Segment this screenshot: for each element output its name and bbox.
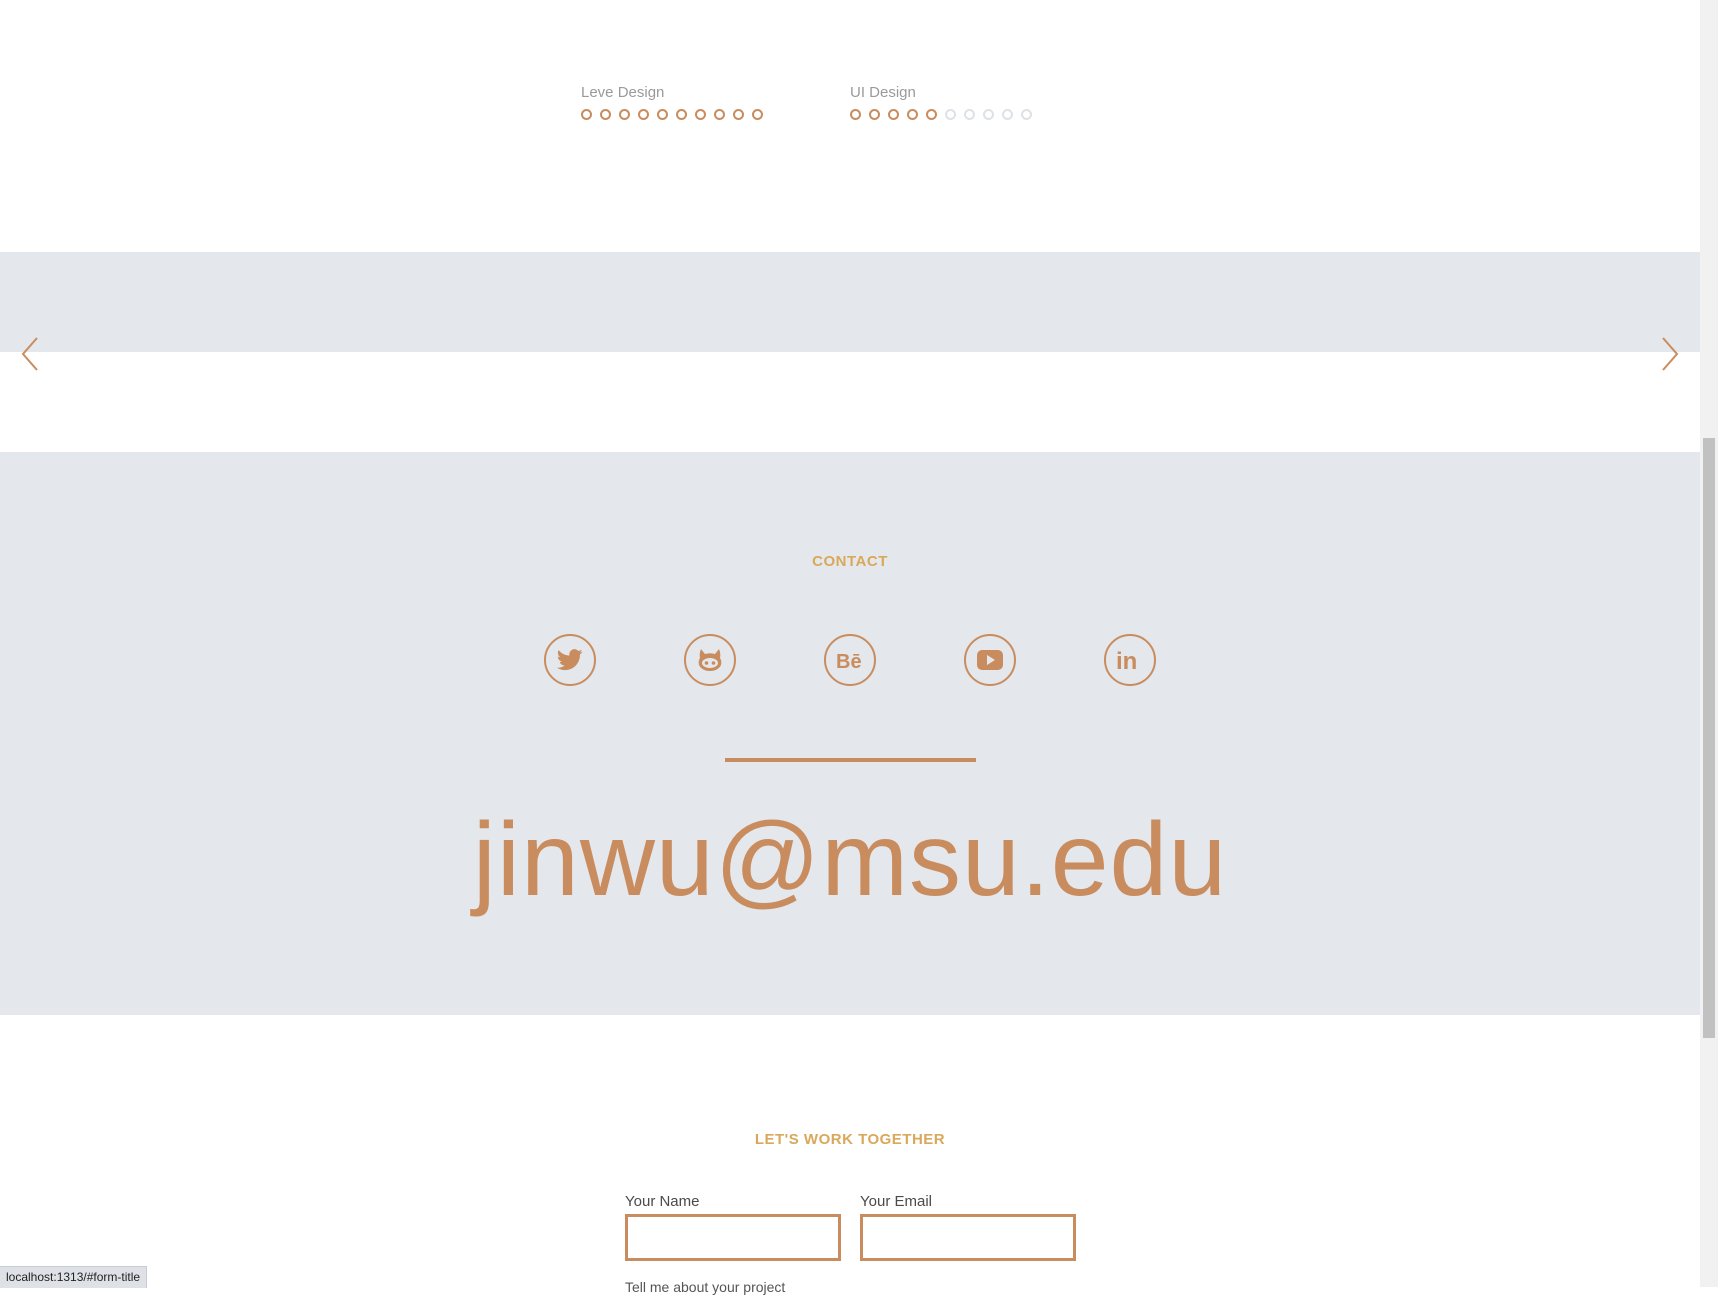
twitter-link[interactable] (544, 634, 596, 686)
rating-dot-empty (945, 109, 956, 120)
skill-label: Leve Design (581, 84, 665, 101)
twitter-icon (557, 649, 583, 671)
rating-dot-filled (907, 109, 918, 120)
rating-dot-filled (733, 109, 744, 120)
linkedin-link[interactable]: in (1104, 634, 1156, 686)
form-title: LET'S WORK TOGETHER (754, 1131, 946, 1148)
skill-label: UI Design (850, 84, 916, 101)
rating-dot-filled (926, 109, 937, 120)
contact-section (0, 452, 1700, 1015)
slider-next-button[interactable] (1661, 336, 1679, 372)
skill-rating (581, 109, 763, 120)
rating-dot-empty (1021, 109, 1032, 120)
rating-dot-filled (600, 109, 611, 120)
behance-link[interactable]: Bē (824, 634, 876, 686)
rating-dot-filled (869, 109, 880, 120)
slider-prev-button[interactable] (21, 336, 39, 372)
linkedin-icon: in (1116, 648, 1137, 672)
rating-dot-filled (638, 109, 649, 120)
contact-email[interactable]: jinwu@msu.edu (0, 790, 1700, 930)
rating-dot-filled (676, 109, 687, 120)
rating-dot-filled (695, 109, 706, 120)
rating-dot-filled (619, 109, 630, 120)
chevron-left-icon (21, 337, 38, 371)
vertical-scrollbar[interactable] (1700, 0, 1718, 1287)
scrollbar-thumb[interactable] (1703, 438, 1715, 1038)
skill-leve-design: Leve Design (581, 84, 763, 120)
rating-dot-filled (850, 109, 861, 120)
rating-dot-filled (714, 109, 725, 120)
rating-dot-filled (581, 109, 592, 120)
slider-band (0, 252, 1700, 352)
name-label: Your Name (625, 1193, 700, 1210)
svg-text:Bē: Bē (836, 651, 862, 671)
contact-title: CONTACT (812, 553, 888, 570)
svg-text:in: in (1116, 648, 1137, 672)
github-icon (698, 649, 722, 671)
rating-dot-filled (888, 109, 899, 120)
email-label: Your Email (860, 1193, 932, 1210)
skill-ui-design: UI Design (850, 84, 1032, 120)
message-label: Tell me about your project (625, 1279, 786, 1295)
page: Leve Design UI Design CONTACT Bē in jinw… (0, 0, 1700, 1295)
skill-rating (850, 109, 1032, 120)
email-input[interactable] (860, 1214, 1076, 1261)
youtube-link[interactable] (964, 634, 1016, 686)
rating-dot-empty (1002, 109, 1013, 120)
chevron-right-icon (1662, 337, 1679, 371)
rating-dot-filled (657, 109, 668, 120)
github-link[interactable] (684, 634, 736, 686)
behance-icon: Bē (836, 651, 862, 671)
contact-divider (725, 758, 976, 762)
status-bar-url: localhost:1313/#form-title (0, 1266, 148, 1288)
youtube-icon (977, 650, 1003, 670)
rating-dot-empty (983, 109, 994, 120)
rating-dot-empty (964, 109, 975, 120)
rating-dot-filled (752, 109, 763, 120)
name-input[interactable] (625, 1214, 841, 1261)
